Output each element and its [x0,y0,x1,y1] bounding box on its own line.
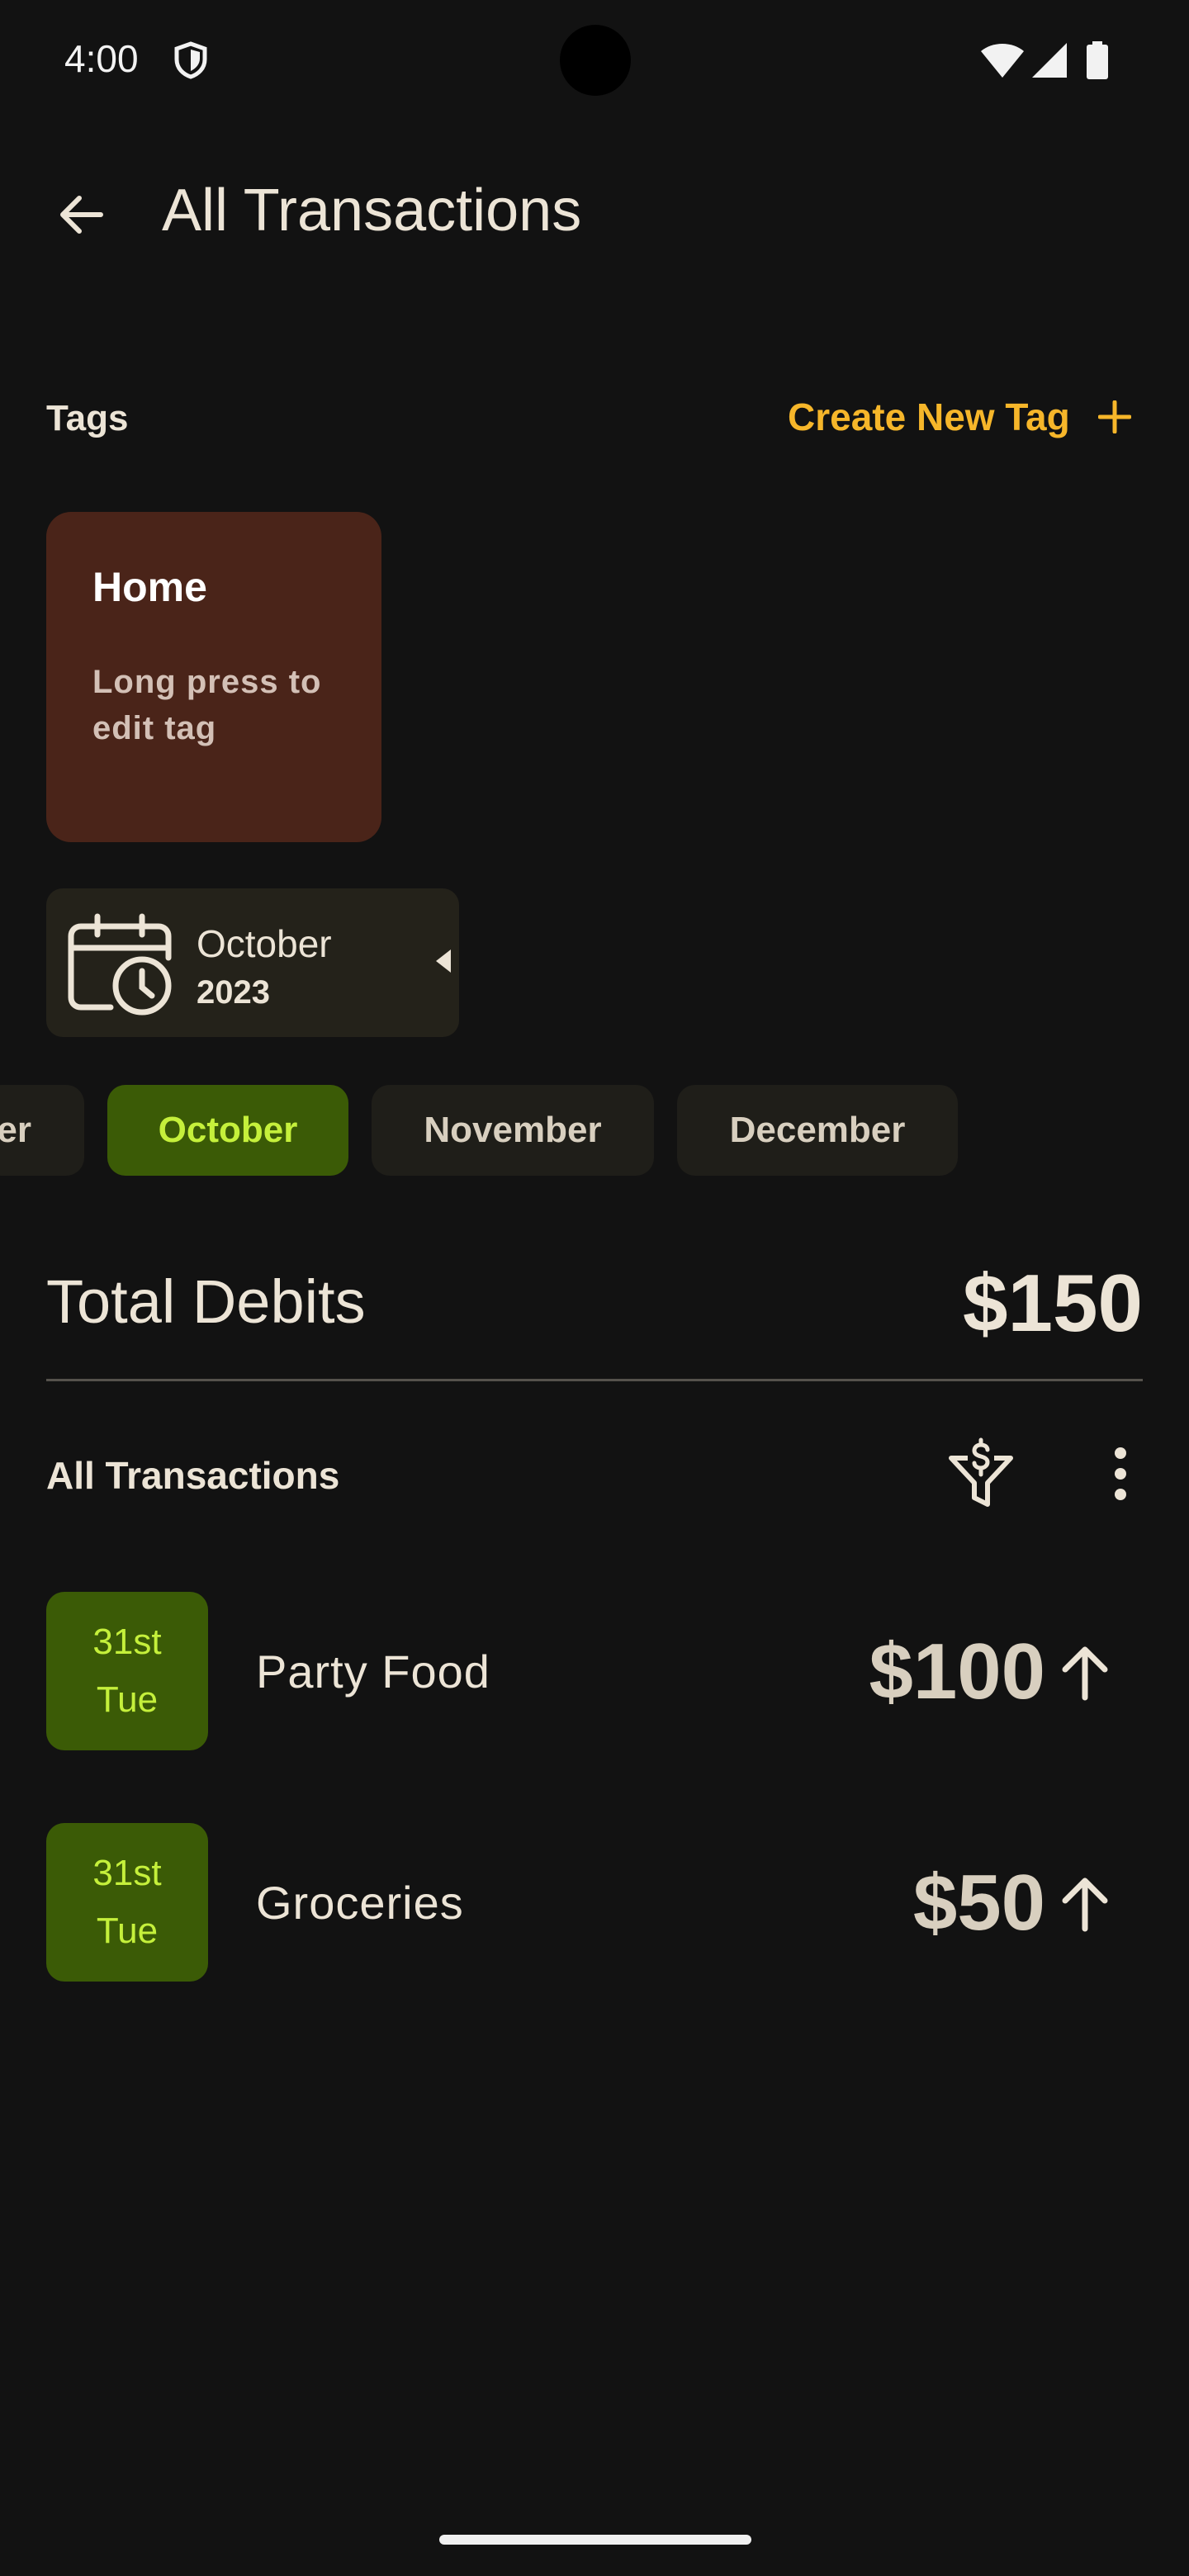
transaction-date-badge: 31st Tue [46,1592,208,1750]
transaction-name[interactable]: Party Food [256,1645,490,1698]
month-picker[interactable]: October 2023 [46,888,459,1037]
tag-name: Home [92,564,207,610]
home-indicator[interactable] [439,2535,751,2545]
transaction-amount: $50 [912,1859,1045,1947]
shield-icon [174,41,207,79]
battery-icon [1087,41,1108,79]
tags-section-label: Tags [46,398,129,438]
page-title: All Transactions [162,178,582,244]
transaction-name[interactable]: Groceries [256,1876,464,1930]
signal-icon [1032,43,1067,78]
picker-year: 2023 [197,974,270,1011]
divider [46,1379,1143,1381]
month-chip-september[interactable]: er [0,1085,84,1176]
month-chip-label: December [729,1110,906,1150]
transaction-day: 31st [92,1853,162,1893]
arrow-back-icon [60,196,103,234]
create-new-tag-button[interactable]: Create New Tag [788,395,1131,439]
total-debits-value: $150 [962,1257,1143,1348]
total-debits-label: Total Debits [46,1267,366,1336]
transactions-title: All Transactions [46,1454,340,1497]
transaction-date-badge: 31st Tue [46,1823,208,1982]
status-time: 4:00 [64,37,139,80]
transaction-weekday: Tue [96,1679,159,1720]
month-chip-label: October [158,1110,298,1150]
plus-icon [1097,400,1131,433]
month-chip-label: November [424,1110,602,1150]
picker-month: October [197,922,332,965]
arrow-up-icon [1062,1646,1108,1701]
transaction-amount: $100 [869,1627,1045,1716]
dollar-filter-icon[interactable] [946,1437,1016,1509]
wifi-icon [981,44,1024,78]
arrow-up-icon [1062,1878,1108,1932]
calendar-clock-icon [68,913,172,1016]
month-chip-december[interactable]: December [677,1085,958,1176]
transaction-day: 31st [92,1622,162,1662]
triangle-left-icon [436,949,451,973]
back-button[interactable] [51,185,111,244]
more-vert-icon[interactable] [1106,1445,1135,1503]
transaction-weekday: Tue [96,1911,159,1951]
tag-card-home[interactable]: Home Long press to edit tag [46,512,381,842]
tag-hint: Long press to edit tag [92,664,322,746]
front-camera [560,25,631,96]
month-chip-october[interactable]: October [107,1085,348,1176]
create-new-tag-label: Create New Tag [788,395,1070,438]
month-chip-november[interactable]: November [372,1085,654,1176]
month-chip-label: er [0,1110,31,1150]
